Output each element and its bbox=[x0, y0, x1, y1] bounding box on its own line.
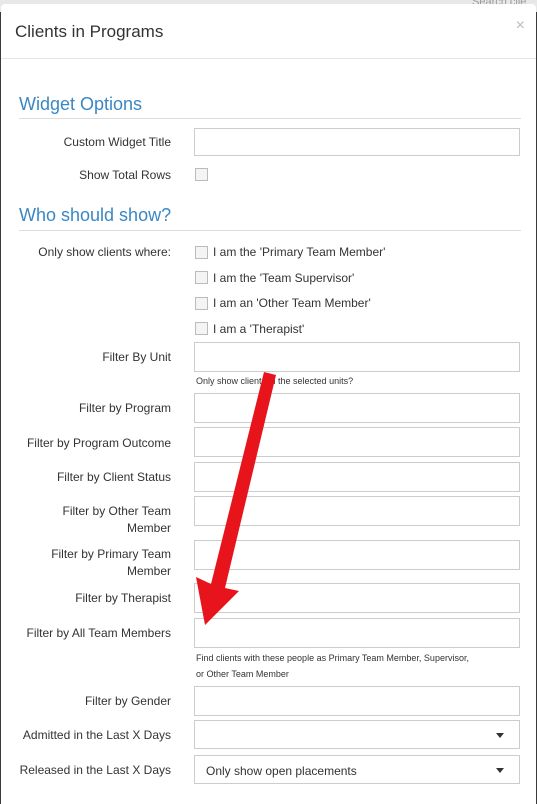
custom-widget-title-input[interactable] bbox=[194, 128, 520, 156]
filter-by-unit-label: Filter By Unit bbox=[102, 350, 171, 364]
team-supervisor-label: I am the 'Team Supervisor' bbox=[213, 271, 355, 285]
filter-by-therapist-input[interactable] bbox=[194, 583, 520, 613]
other-team-member-label: I am an 'Other Team Member' bbox=[213, 296, 371, 310]
filter-by-unit-help: Only show clients in the selected units? bbox=[196, 376, 354, 386]
other-team-member-checkbox[interactable] bbox=[195, 297, 208, 310]
widget-modal: Clients in Programs × Widget Options Cus… bbox=[1, 4, 536, 804]
filter-by-program-outcome-input[interactable] bbox=[194, 427, 520, 457]
filter-by-primary-team-member-input[interactable] bbox=[194, 540, 520, 570]
filter-by-program-outcome-label: Filter by Program Outcome bbox=[26, 436, 171, 450]
section-divider bbox=[19, 118, 521, 119]
filter-by-program-input[interactable] bbox=[194, 393, 520, 423]
section-divider bbox=[19, 230, 521, 231]
modal-header: Clients in Programs × bbox=[1, 4, 536, 59]
chevron-down-icon bbox=[496, 768, 504, 773]
filter-by-therapist-label: Filter by Therapist bbox=[75, 591, 171, 605]
modal-title: Clients in Programs bbox=[15, 22, 164, 41]
chevron-down-icon bbox=[496, 733, 504, 738]
filter-by-all-team-members-input[interactable] bbox=[194, 618, 520, 648]
only-show-clients-label: Only show clients where: bbox=[38, 245, 171, 259]
team-supervisor-checkbox[interactable] bbox=[195, 271, 208, 284]
filter-by-program-label: Filter by Program bbox=[78, 401, 171, 415]
filter-by-client-status-label: Filter by Client Status bbox=[56, 470, 171, 484]
admitted-last-x-days-label: Admitted in the Last X Days bbox=[22, 728, 171, 742]
show-total-rows-checkbox[interactable] bbox=[195, 168, 208, 181]
admitted-last-x-days-select[interactable] bbox=[194, 720, 520, 749]
filter-by-unit-input[interactable] bbox=[194, 342, 520, 372]
filter-by-gender-input[interactable] bbox=[194, 686, 520, 716]
filter-by-gender-label: Filter by Gender bbox=[84, 694, 171, 708]
filter-by-all-team-members-label: Filter by All Team Members bbox=[26, 626, 172, 640]
released-last-x-days-label: Released in the Last X Days bbox=[19, 763, 171, 777]
filter-by-all-team-members-help-1: Find clients with these people as Primar… bbox=[196, 653, 469, 663]
custom-widget-title-label: Custom Widget Title bbox=[63, 135, 171, 149]
therapist-label: I am a 'Therapist' bbox=[213, 322, 305, 336]
filter-by-all-team-members-help-2: or Other Team Member bbox=[196, 669, 289, 679]
filter-by-primary-team-member-label: Filter by Primary Team Member bbox=[51, 547, 171, 578]
filter-by-other-team-member-input[interactable] bbox=[194, 496, 520, 526]
filter-by-client-status-input[interactable] bbox=[194, 462, 520, 492]
released-last-x-days-select[interactable]: Only show open placements bbox=[194, 755, 520, 784]
close-button[interactable]: × bbox=[516, 17, 525, 35]
section-title-who-should-show: Who should show? bbox=[19, 205, 172, 225]
filter-by-other-team-member-label: Filter by Other Team Member bbox=[62, 504, 171, 535]
primary-team-member-label: I am the 'Primary Team Member' bbox=[213, 245, 386, 259]
primary-team-member-checkbox[interactable] bbox=[195, 246, 208, 259]
therapist-checkbox[interactable] bbox=[195, 322, 208, 335]
released-last-x-days-value: Only show open placements bbox=[206, 764, 357, 778]
show-total-rows-label: Show Total Rows bbox=[79, 168, 171, 182]
section-title-widget-options: Widget Options bbox=[19, 94, 143, 114]
